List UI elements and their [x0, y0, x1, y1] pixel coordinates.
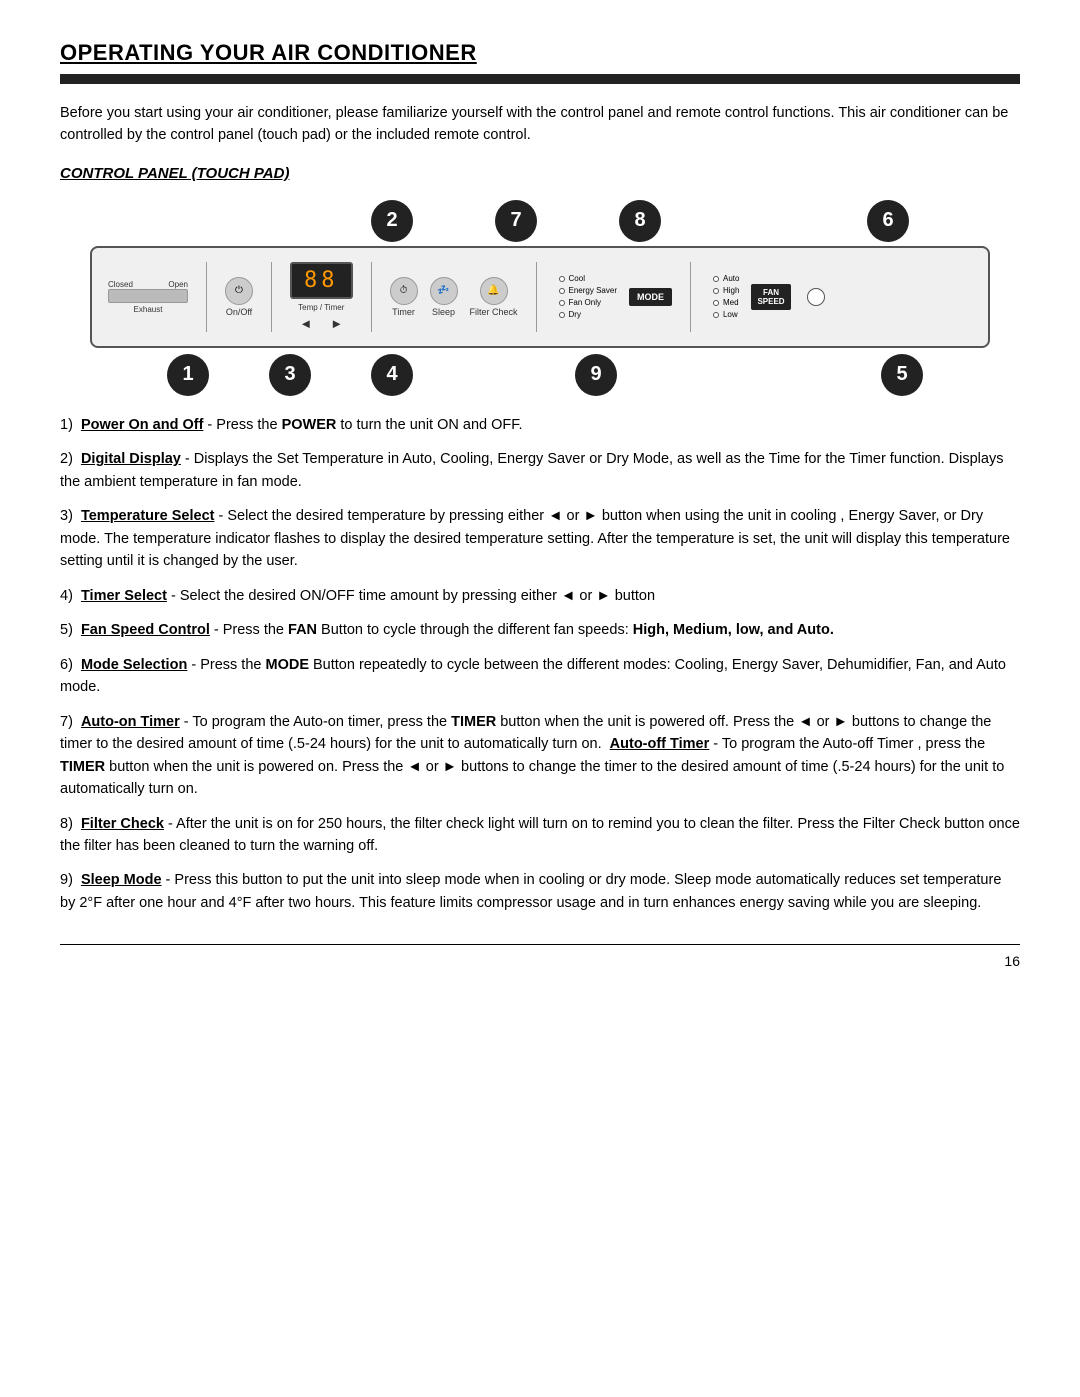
instruction-3: 3) Temperature Select - Select the desir… [60, 505, 1020, 572]
fan-circle-indicator [807, 288, 825, 306]
instruction-7: 7) Auto-on Timer - To program the Auto-o… [60, 711, 1020, 801]
label-sleep-mode: Sleep Mode [81, 872, 162, 888]
label-auto-on-timer: Auto-on Timer [81, 714, 180, 730]
mode-indicators: Cool Energy Saver Fan Only Dry [559, 274, 617, 319]
sleep-section: 💤 Sleep [430, 277, 458, 317]
label-auto-off-timer: Auto-off Timer [610, 736, 710, 752]
panel-box: Closed Open Exhaust ⏻ On/Off 88 Temp / T… [90, 246, 990, 348]
digital-display: 88 [290, 262, 353, 299]
instructions-list: 1) Power On and Off - Press the POWER to… [60, 414, 1020, 914]
control-panel-diagram: 2 7 8 6 Closed Open Exhaust ⏻ On/Off [90, 200, 990, 396]
instruction-9: 9) Sleep Mode - Press this button to put… [60, 869, 1020, 914]
sleep-icon[interactable]: 💤 [430, 277, 458, 305]
label-filter-check: Filter Check [81, 816, 164, 832]
label-power-on-off: Power On and Off [81, 417, 203, 433]
label-fan-speed: Fan Speed Control [81, 622, 210, 638]
instruction-8: 8) Filter Check - After the unit is on f… [60, 813, 1020, 858]
mode-button-section: MODE [629, 288, 672, 306]
badge-5: 5 [881, 354, 923, 396]
power-icon[interactable]: ⏻ [225, 277, 253, 305]
instruction-5: 5) Fan Speed Control - Press the FAN But… [60, 619, 1020, 641]
temp-timer-label: Temp / Timer [298, 303, 344, 312]
instruction-1: 1) Power On and Off - Press the POWER to… [60, 414, 1020, 436]
left-arrow-btn[interactable]: ◄ [299, 316, 312, 331]
label-timer-select: Timer Select [81, 588, 167, 604]
timer-label: Timer [392, 307, 415, 317]
page-footer: 16 [60, 944, 1020, 969]
right-arrow-btn[interactable]: ► [330, 316, 343, 331]
badge-7: 7 [495, 200, 537, 242]
intro-text: Before you start using your air conditio… [60, 102, 1020, 147]
instruction-4: 4) Timer Select - Select the desired ON/… [60, 585, 1020, 607]
label-mode-selection: Mode Selection [81, 657, 187, 673]
vent-open-label: Open [168, 280, 188, 289]
filter-check-section: 🔔 Filter Check [470, 277, 518, 317]
timer-section: ⏱ Timer [390, 277, 418, 317]
instruction-6: 6) Mode Selection - Press the MODE Butto… [60, 654, 1020, 699]
page-title: OPERATING YOUR AIR CONDITIONER [60, 40, 1020, 66]
badge-6: 6 [867, 200, 909, 242]
title-bar [60, 74, 1020, 84]
mode-button[interactable]: MODE [629, 288, 672, 306]
fan-speed-indicators: Auto High Med Low [713, 274, 739, 319]
sleep-label: Sleep [432, 307, 455, 317]
badge-4: 4 [371, 354, 413, 396]
badge-9: 9 [575, 354, 617, 396]
badge-2: 2 [371, 200, 413, 242]
exhaust-label: Exhaust [134, 305, 163, 314]
section-title: CONTROL PANEL (TOUCH PAD) [60, 165, 1020, 182]
vent-section: Closed Open Exhaust [108, 280, 188, 314]
label-temp-select: Temperature Select [81, 508, 215, 524]
badge-8: 8 [619, 200, 661, 242]
label-digital-display: Digital Display [81, 451, 181, 467]
vent-closed-label: Closed [108, 280, 133, 289]
on-off-section: ⏻ On/Off [225, 277, 253, 317]
display-section: 88 Temp / Timer ◄ ► [290, 262, 353, 331]
fan-speed-button[interactable]: FANSPEED [751, 284, 790, 310]
fan-speed-button-section: FANSPEED [751, 284, 790, 310]
on-off-label: On/Off [226, 307, 252, 317]
filter-check-icon[interactable]: 🔔 [480, 277, 508, 305]
instruction-2: 2) Digital Display - Displays the Set Te… [60, 448, 1020, 493]
filter-check-label: Filter Check [470, 307, 518, 317]
page-number: 16 [1004, 953, 1020, 969]
badge-1: 1 [167, 354, 209, 396]
badge-3: 3 [269, 354, 311, 396]
timer-icon[interactable]: ⏱ [390, 277, 418, 305]
